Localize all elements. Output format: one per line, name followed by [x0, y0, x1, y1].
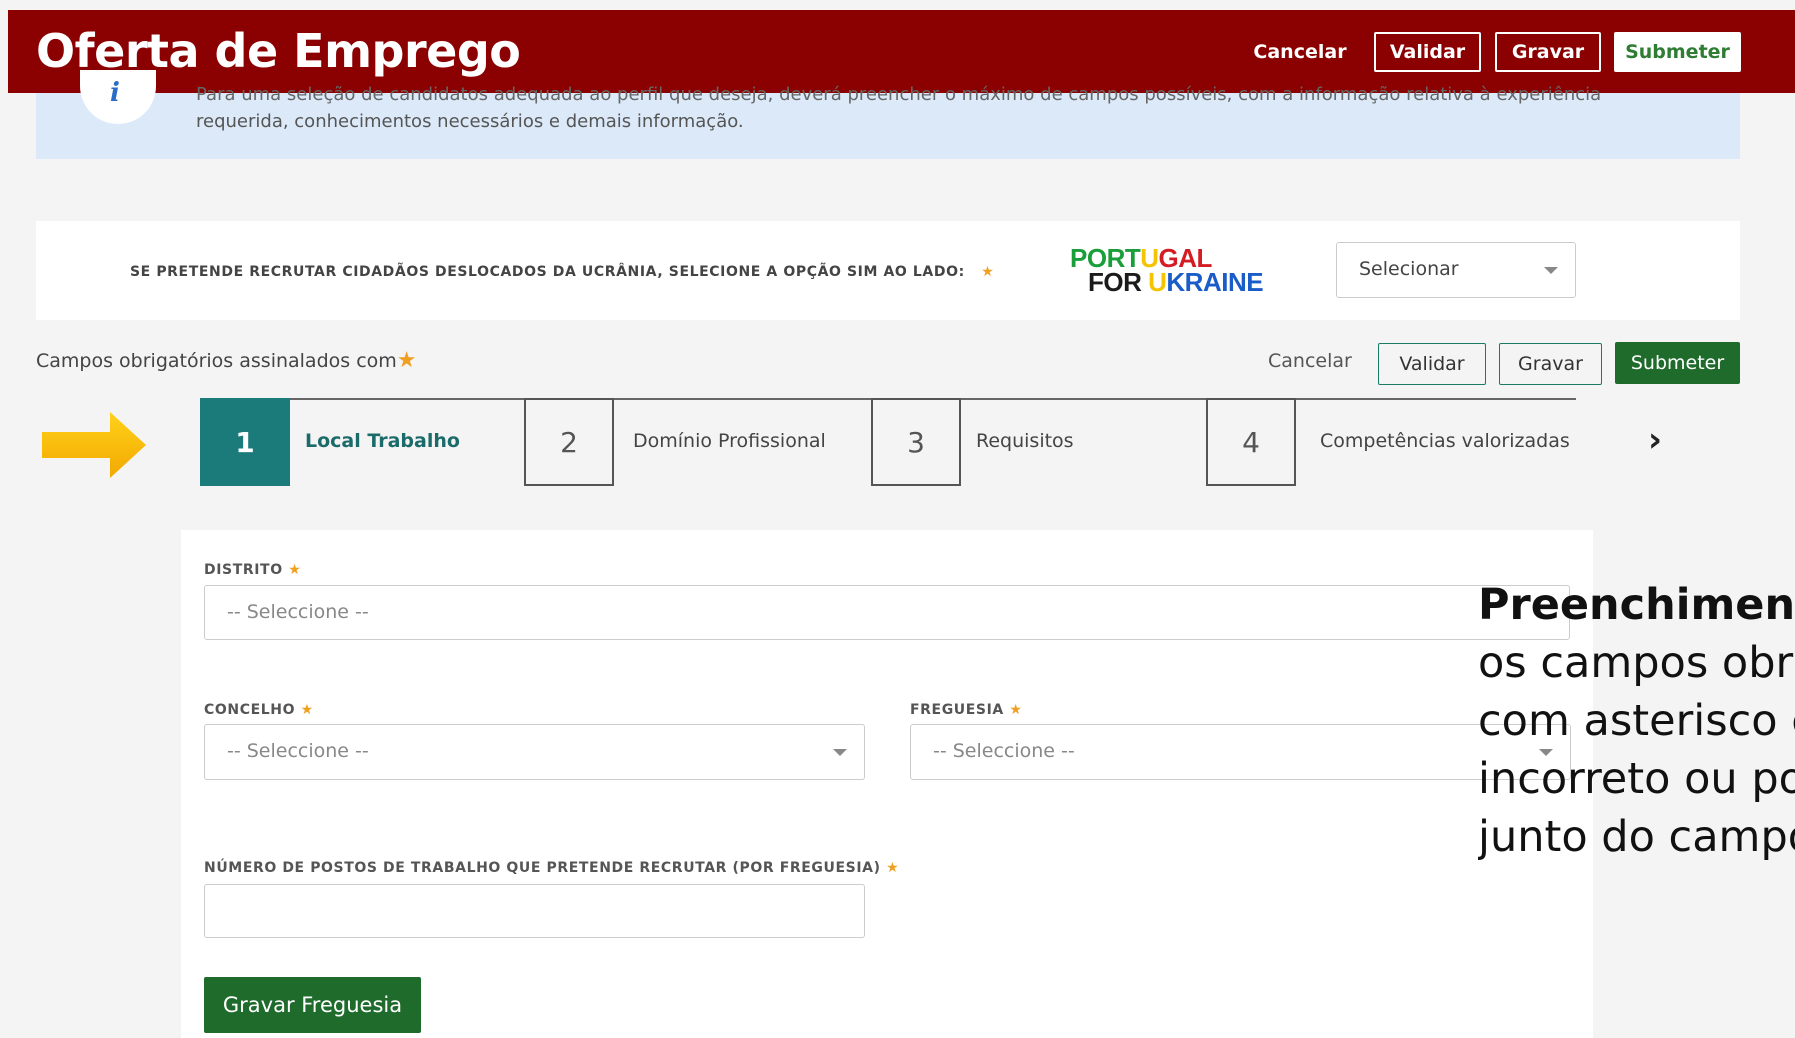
arrow-right-icon [42, 412, 146, 478]
distrito-label: DISTRITO ★ [204, 562, 302, 578]
header-validate-button[interactable]: Validar [1374, 32, 1481, 72]
caret-down-icon [833, 749, 847, 756]
star-icon: ★ [396, 348, 417, 373]
submit-button[interactable]: Submeter [1615, 342, 1740, 384]
cancel-button[interactable]: Cancelar [1268, 350, 1352, 372]
info-text-line-2: requerida, conhecimentos necessários e d… [196, 111, 744, 132]
star-icon: ★ [1009, 702, 1023, 718]
concelho-placeholder: -- Seleccione -- [227, 740, 369, 762]
step-1-number[interactable]: 1 [200, 398, 290, 486]
star-icon: ★ [300, 702, 314, 718]
ukraine-question-label: SE PRETENDE RECRUTAR CIDADÃOS DESLOCADOS… [130, 264, 995, 280]
mandatory-fields-note: Campos obrigatórios assinalados com★ [36, 348, 417, 373]
star-icon: ★ [981, 264, 995, 280]
overlay-line-1: os campos obri [1478, 638, 1795, 688]
validate-button[interactable]: Validar [1378, 343, 1486, 385]
step-2-label[interactable]: Domínio Profissional [633, 430, 826, 452]
step-1-label[interactable]: Local Trabalho [305, 430, 460, 452]
save-parish-button[interactable]: Gravar Freguesia [204, 977, 421, 1033]
postos-label: NÚMERO DE POSTOS DE TRABALHO QUE PRETEND… [204, 860, 900, 876]
step-4-label[interactable]: Competências valorizadas [1320, 430, 1570, 452]
overlay-line-4: junto do campo [1478, 812, 1795, 862]
chevron-right-icon[interactable]: › [1648, 420, 1662, 460]
step-3-number[interactable]: 3 [871, 398, 961, 486]
distrito-select[interactable]: -- Seleccione -- [204, 585, 1570, 640]
overlay-title: Preenchimento [1478, 580, 1795, 630]
step-3-label[interactable]: Requisitos [976, 430, 1074, 452]
concelho-label: CONCELHO ★ [204, 702, 314, 718]
overlay-line-2: com asterisco e [1478, 696, 1795, 746]
freguesia-select[interactable]: -- Seleccione -- [910, 724, 1571, 780]
ukraine-select[interactable]: Selecionar [1336, 242, 1576, 298]
postos-input[interactable] [204, 884, 865, 938]
ukraine-select-value: Selecionar [1359, 258, 1459, 280]
step-4-number[interactable]: 4 [1206, 398, 1296, 486]
freguesia-placeholder: -- Seleccione -- [933, 740, 1075, 762]
save-button[interactable]: Gravar [1499, 343, 1602, 385]
header-submit-button[interactable]: Submeter [1614, 32, 1741, 72]
star-icon: ★ [886, 860, 900, 876]
portugal-for-ukraine-logo: PORTUGAL FOR UKRAINE [1070, 243, 1264, 297]
caret-down-icon [1544, 267, 1558, 274]
overlay-line-3: incorreto ou po [1478, 754, 1795, 804]
distrito-placeholder: -- Seleccione -- [227, 601, 369, 623]
step-2-number[interactable]: 2 [524, 398, 614, 486]
concelho-select[interactable]: -- Seleccione -- [204, 724, 865, 780]
freguesia-label: FREGUESIA ★ [910, 702, 1023, 718]
header-save-button[interactable]: Gravar [1495, 32, 1601, 72]
header-cancel-button[interactable]: Cancelar [1240, 32, 1360, 72]
star-icon: ★ [288, 562, 302, 578]
info-text-line-1: Para uma seleção de candidatos adequada … [196, 84, 1602, 105]
overlay-annotation: Preenchimento os campos obri com asteris… [1478, 576, 1795, 866]
